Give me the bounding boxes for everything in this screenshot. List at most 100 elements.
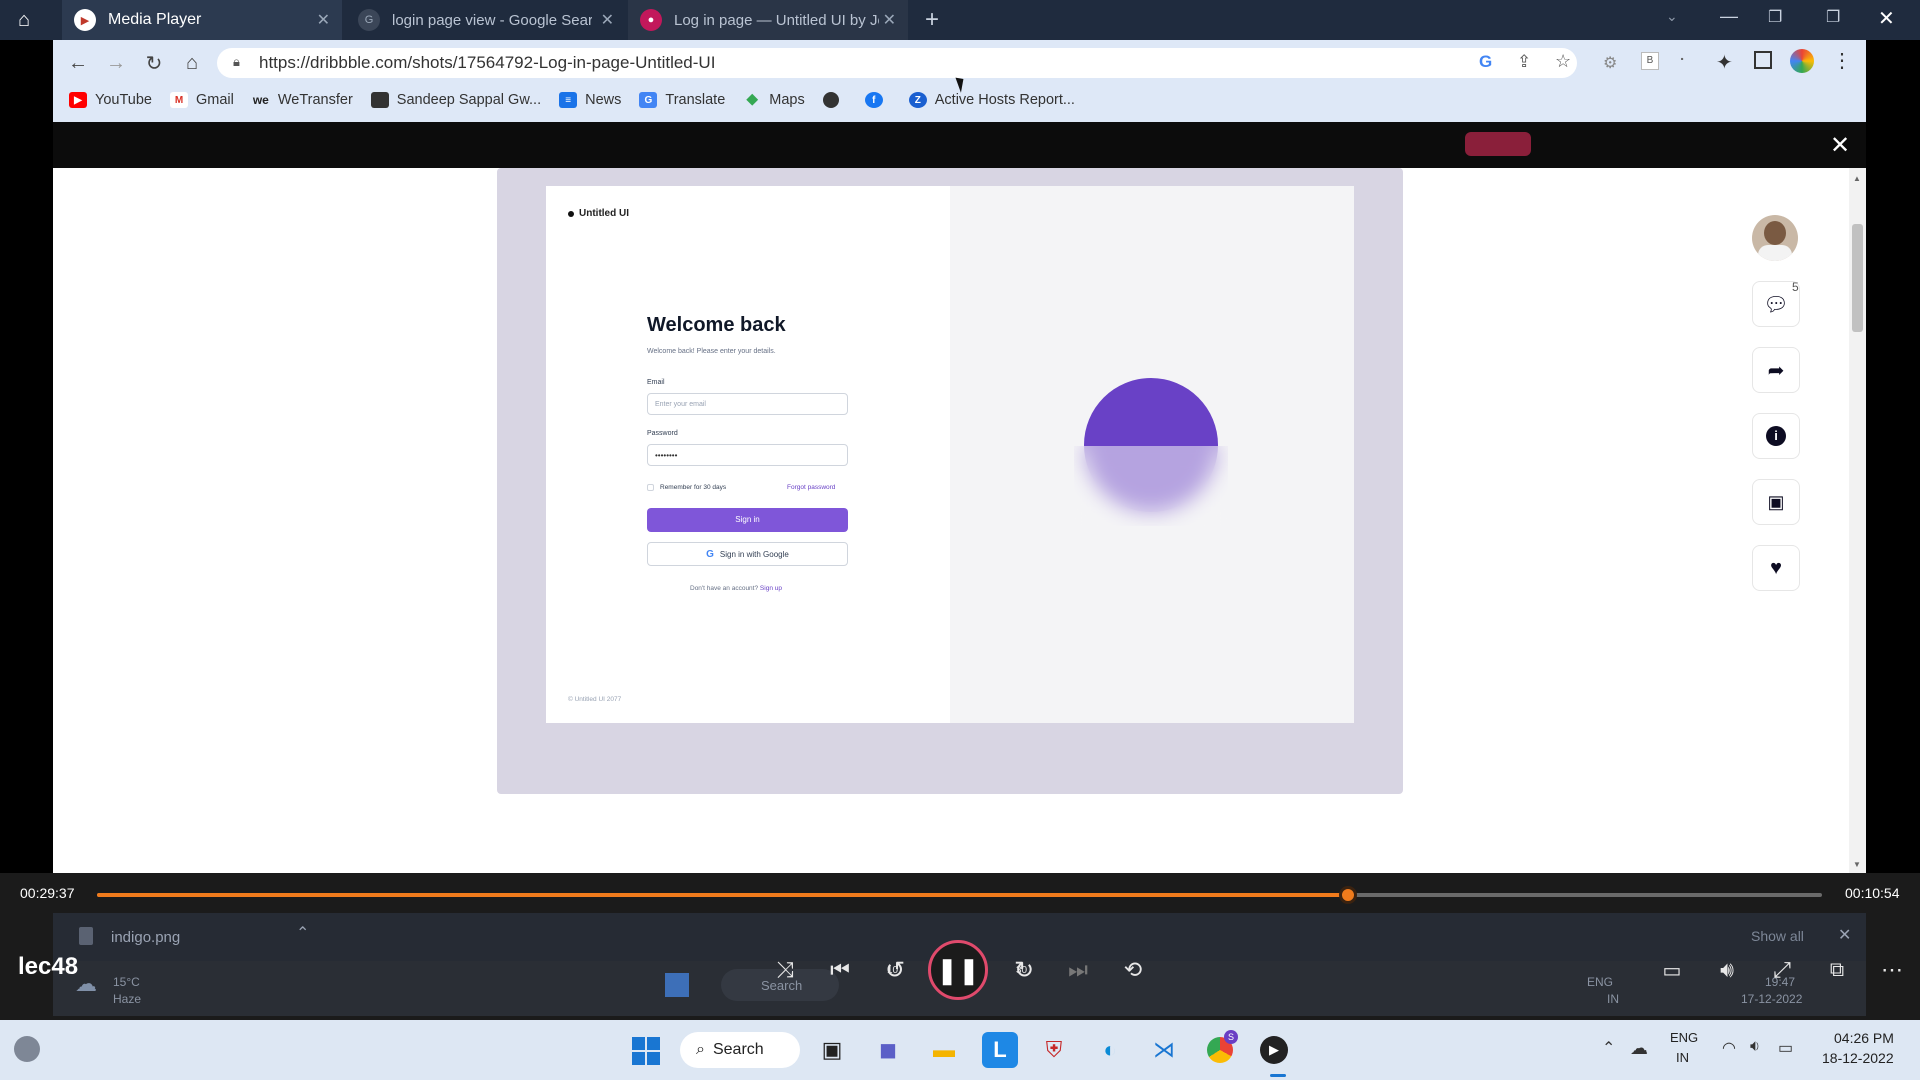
clock-date[interactable]: 18-12-2022 bbox=[1822, 1050, 1894, 1066]
speaker-icon[interactable]: 🔉︎ bbox=[1750, 1038, 1760, 1056]
onedrive-icon[interactable]: ☁ bbox=[1630, 1038, 1648, 1059]
file-explorer-icon[interactable]: ▬ bbox=[926, 1032, 962, 1068]
tab-search-icon[interactable]: ⌄ bbox=[1666, 8, 1678, 25]
restore-icon[interactable]: ❐ bbox=[1768, 7, 1782, 27]
email-field[interactable]: Enter your email bbox=[647, 393, 848, 415]
taskbar-search[interactable]: ⌕ Search bbox=[680, 1032, 800, 1068]
mini-player-icon[interactable]: ⧉ bbox=[1817, 950, 1857, 990]
home-icon[interactable]: ⌂ bbox=[18, 9, 30, 32]
bookmark-maps[interactable]: ⬥ Maps bbox=[743, 91, 805, 108]
close-modal-icon[interactable]: ✕ bbox=[1830, 131, 1850, 160]
remember-checkbox[interactable] bbox=[647, 484, 654, 491]
shot-image[interactable]: Untitled UI Welcome back Welcome back! P… bbox=[546, 186, 1354, 723]
bookmark-facebook[interactable]: f bbox=[864, 92, 891, 108]
password-field[interactable]: •••••••• bbox=[647, 444, 848, 466]
seek-thumb[interactable] bbox=[1338, 886, 1357, 904]
lens-app-icon[interactable]: L bbox=[982, 1032, 1018, 1068]
bookmark-gmail[interactable]: M Gmail bbox=[169, 92, 234, 108]
profile-avatar[interactable] bbox=[1790, 49, 1814, 73]
edge-icon[interactable]: ◐ bbox=[1092, 1032, 1128, 1068]
extension-dots-icon[interactable]: ⠂ bbox=[1679, 52, 1689, 69]
like-button[interactable]: ♥ bbox=[1752, 545, 1800, 591]
illustration-panel bbox=[950, 186, 1354, 723]
signin-button[interactable]: Sign in bbox=[647, 508, 848, 532]
extension-icon[interactable]: ⚙ bbox=[1603, 53, 1617, 73]
download-filename[interactable]: indigo.png bbox=[111, 929, 180, 946]
star-icon[interactable]: ☆ bbox=[1555, 51, 1571, 72]
tab-google-search[interactable]: G login page view - Google Search ✕ bbox=[346, 0, 626, 40]
bookmark-active-hosts[interactable]: Z Active Hosts Report... bbox=[908, 92, 1075, 108]
scroll-up-icon[interactable]: ▲ bbox=[1853, 174, 1861, 183]
login-panel: Untitled UI Welcome back Welcome back! P… bbox=[546, 186, 950, 723]
minimize-icon[interactable]: — bbox=[1720, 6, 1738, 27]
task-view-icon[interactable]: ▣ bbox=[814, 1032, 850, 1068]
input-lang[interactable]: ENG bbox=[1670, 1030, 1698, 1045]
chevron-up-icon[interactable]: ⌃ bbox=[1602, 1038, 1615, 1058]
share-button[interactable]: ➦ bbox=[1752, 347, 1800, 393]
more-icon[interactable]: ⋯ bbox=[1872, 950, 1912, 990]
previous-icon[interactable]: ⏮ bbox=[820, 950, 860, 990]
skip-back-button[interactable]: ↺ 10 bbox=[875, 950, 915, 990]
bookmark-label: Translate bbox=[665, 92, 726, 108]
forgot-password-link[interactable]: Forgot password bbox=[787, 484, 835, 491]
avatar[interactable] bbox=[1752, 215, 1798, 261]
scroll-down-icon[interactable]: ▼ bbox=[1853, 860, 1861, 869]
add-to-collection-button[interactable]: ▣ bbox=[1752, 479, 1800, 525]
show-all-button[interactable]: Show all bbox=[1751, 928, 1804, 944]
chrome-icon[interactable]: S bbox=[1202, 1030, 1238, 1068]
media-player-icon[interactable]: ▶ bbox=[1256, 1032, 1292, 1068]
google-signin-button[interactable]: G Sign in with Google bbox=[647, 542, 848, 566]
forward-icon[interactable]: → bbox=[101, 48, 131, 78]
close-icon[interactable]: ✕ bbox=[1838, 925, 1851, 945]
back-icon[interactable]: ← bbox=[63, 48, 93, 78]
seek-bar[interactable] bbox=[97, 886, 1822, 904]
teams-chat-icon[interactable]: ◼ bbox=[870, 1032, 906, 1068]
chevron-up-icon[interactable]: ⌃ bbox=[296, 923, 309, 943]
shuffle-icon[interactable]: ⤨ bbox=[765, 950, 805, 990]
bookmark-globe[interactable] bbox=[822, 92, 847, 108]
close-icon[interactable]: ✕ bbox=[601, 10, 614, 30]
remember-label: Remember for 30 days bbox=[660, 484, 727, 491]
modal-scrollbar[interactable]: ▲ ▼ bbox=[1849, 168, 1866, 873]
bookmark-sandeep[interactable]: Sandeep Sappal Gw... bbox=[370, 92, 541, 108]
clock-time[interactable]: 04:26 PM bbox=[1834, 1030, 1894, 1046]
close-icon[interactable]: ✕ bbox=[883, 10, 896, 30]
puzzle-icon[interactable]: ✦ bbox=[1716, 50, 1733, 75]
bookmark-translate[interactable]: G Translate bbox=[639, 92, 725, 108]
brand-logo-icon bbox=[568, 210, 574, 217]
tab-dribbble[interactable]: ● Log in page — Untitled UI by Jor ✕ bbox=[628, 0, 908, 40]
wifi-icon[interactable]: ◠ bbox=[1722, 1038, 1736, 1058]
new-tab-icon[interactable]: + bbox=[925, 6, 939, 34]
share-icon[interactable]: ⇪ bbox=[1517, 52, 1531, 72]
info-button[interactable]: i bbox=[1752, 413, 1800, 459]
volume-icon[interactable]: 🔊︎ bbox=[1707, 950, 1747, 990]
signup-link[interactable]: Sign up bbox=[760, 585, 782, 592]
mcafee-icon[interactable]: ⛨ bbox=[1036, 1032, 1072, 1068]
menu-icon[interactable]: ⋮ bbox=[1832, 48, 1852, 73]
battery-icon[interactable]: ▭ bbox=[1778, 1038, 1793, 1058]
start-icon[interactable] bbox=[632, 1037, 660, 1065]
lock-icon: 🔒︎ bbox=[233, 54, 240, 69]
reload-icon[interactable]: ↻ bbox=[139, 48, 169, 78]
repeat-off-icon[interactable]: ⟲ bbox=[1113, 950, 1153, 990]
widgets-icon[interactable] bbox=[14, 1036, 40, 1062]
subtitles-icon[interactable]: ▭ bbox=[1652, 950, 1692, 990]
next-icon[interactable]: ⏭ bbox=[1058, 950, 1098, 990]
google-lens-icon[interactable]: G bbox=[1479, 52, 1492, 72]
fullscreen-icon[interactable]: ⤢ bbox=[1762, 950, 1802, 990]
vscode-icon[interactable]: ⋊ bbox=[1146, 1032, 1182, 1068]
close-icon[interactable]: ✕ bbox=[317, 10, 330, 30]
pause-button[interactable]: ❚❚ bbox=[928, 940, 988, 1000]
sidepanel-icon[interactable] bbox=[1754, 51, 1772, 69]
address-bar[interactable]: 🔒︎ https://dribbble.com/shots/17564792-L… bbox=[217, 48, 1577, 78]
bookmark-wetransfer[interactable]: we WeTransfer bbox=[252, 92, 353, 108]
bookmark-news[interactable]: ≡ News bbox=[559, 92, 621, 108]
close-window-icon[interactable]: ✕ bbox=[1878, 6, 1895, 31]
skip-forward-button[interactable]: ↻ 30 bbox=[1004, 950, 1044, 990]
bookmark-youtube[interactable]: ▶ YouTube bbox=[69, 92, 152, 108]
restore-window-icon[interactable]: ❐ bbox=[1826, 7, 1840, 27]
extension-b-icon[interactable]: B bbox=[1641, 52, 1659, 70]
scrollbar-thumb[interactable] bbox=[1852, 224, 1863, 332]
tab-media-player[interactable]: ▶ Media Player ✕ bbox=[62, 0, 342, 40]
home-icon[interactable]: ⌂ bbox=[177, 48, 207, 78]
